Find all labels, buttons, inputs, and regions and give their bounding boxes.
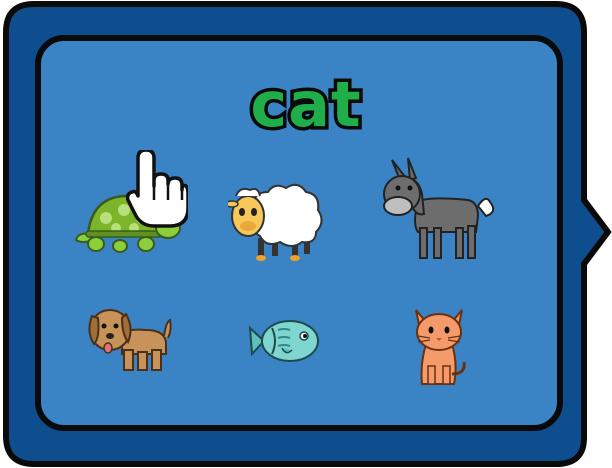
choice-cat[interactable] — [408, 304, 470, 388]
game-screen: cat — [0, 0, 612, 468]
choice-sheep[interactable] — [228, 178, 324, 264]
cat-icon — [415, 309, 466, 385]
sheep-icon — [228, 183, 323, 261]
donkey-icon — [383, 157, 495, 259]
target-word: cat — [247, 68, 364, 141]
choice-fish[interactable] — [248, 318, 320, 364]
hand-pointer-icon — [126, 150, 188, 228]
choice-donkey[interactable] — [378, 154, 500, 266]
fish-icon — [248, 320, 319, 362]
dog-icon — [88, 309, 172, 371]
choice-dog[interactable] — [86, 302, 174, 376]
